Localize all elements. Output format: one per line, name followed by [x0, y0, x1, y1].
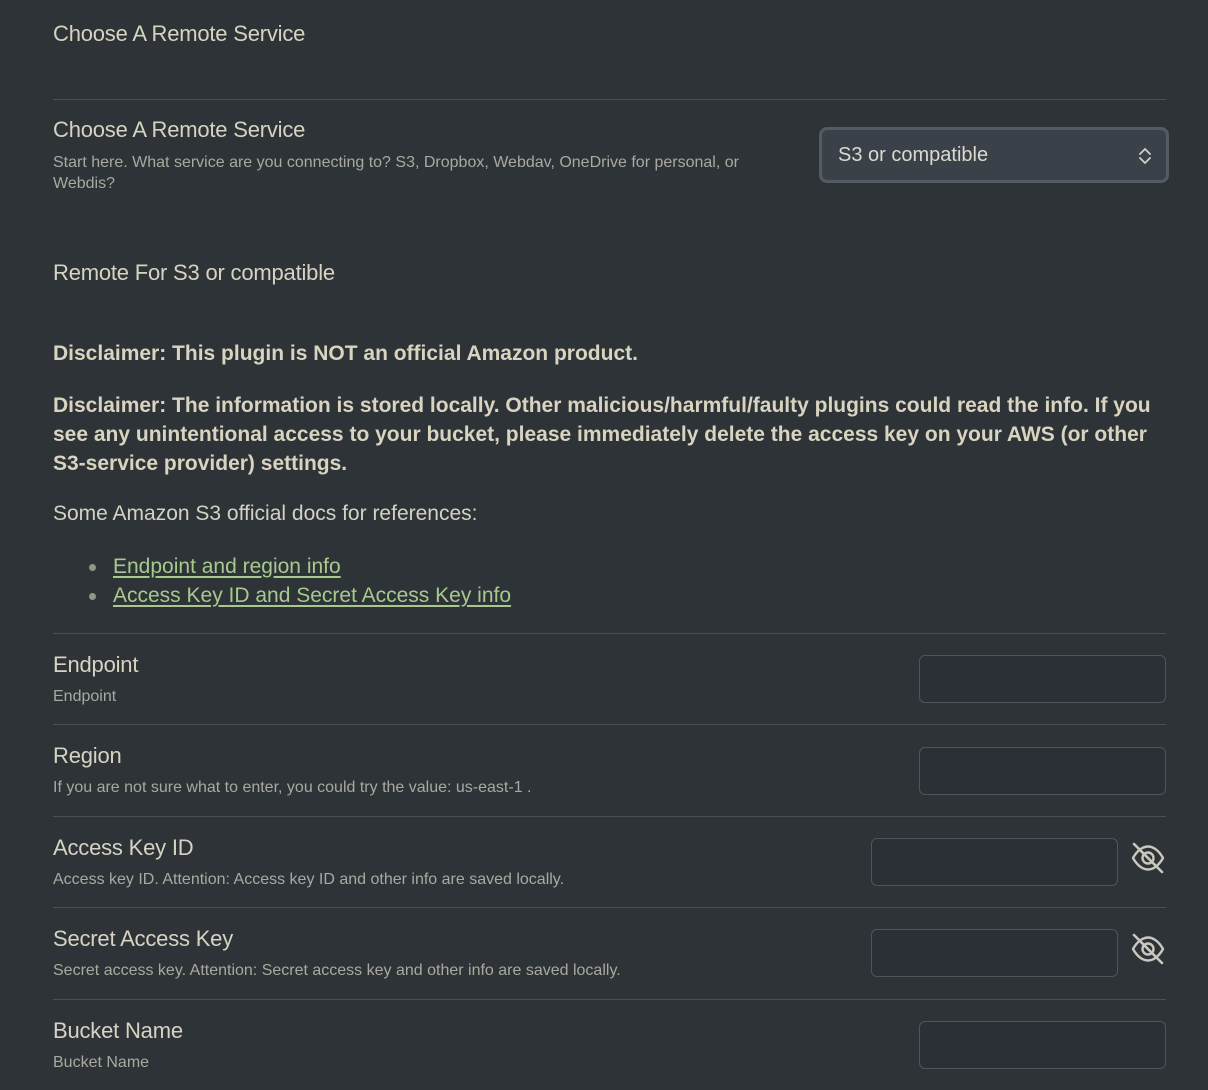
docs-intro: Some Amazon S3 official docs for referen… — [53, 502, 478, 525]
setting-description: Endpoint — [53, 688, 117, 705]
divider — [53, 724, 1166, 725]
divider — [53, 999, 1166, 1000]
setting-secret-access-key: Secret Access Key Secret access key. Att… — [53, 926, 1166, 998]
remote-title: Remote For S3 or compatible — [53, 260, 335, 285]
setting-bucket-name: Bucket Name Bucket Name — [53, 1018, 1166, 1090]
docs-links: Endpoint and region info Access Key ID a… — [89, 552, 511, 610]
setting-name: Choose A Remote Service — [53, 117, 306, 142]
endpoint-input[interactable] — [919, 655, 1166, 703]
setting-description: Start here. What service are you connect… — [53, 154, 739, 192]
setting-description: Bucket Name — [53, 1054, 150, 1071]
setting-name: Region — [53, 743, 122, 768]
divider — [53, 816, 1166, 817]
setting-remote-service: Choose A Remote Service Start here. What… — [53, 117, 1169, 207]
setting-region: Region If you are not sure what to enter… — [53, 743, 1166, 815]
access-key-info-link[interactable]: Access Key ID and Secret Access Key info — [113, 584, 511, 607]
setting-endpoint: Endpoint Endpoint — [53, 652, 1166, 724]
setting-name: Bucket Name — [53, 1018, 183, 1043]
access-key-id-input[interactable] — [871, 838, 1118, 886]
chevron-up-down-icon — [1139, 148, 1151, 164]
eye-off-icon[interactable] — [1130, 931, 1166, 967]
list-item: Endpoint and region info — [89, 552, 511, 581]
setting-description: If you are not sure what to enter, you c… — [53, 779, 532, 796]
bucket-name-input[interactable] — [919, 1021, 1166, 1069]
setting-description: Access key ID. Attention: Access key ID … — [53, 871, 565, 888]
endpoint-region-link[interactable]: Endpoint and region info — [113, 555, 341, 578]
divider — [53, 907, 1166, 908]
setting-name: Endpoint — [53, 652, 139, 677]
divider — [53, 99, 1166, 100]
setting-description: Secret access key. Attention: Secret acc… — [53, 962, 621, 979]
secret-access-key-input[interactable] — [871, 929, 1118, 977]
disclaimer-local-storage: Disclaimer: The information is stored lo… — [53, 394, 1151, 475]
section-title: Choose A Remote Service — [53, 21, 306, 46]
setting-name: Secret Access Key — [53, 926, 234, 951]
divider — [53, 633, 1166, 634]
disclaimer-official: Disclaimer: This plugin is NOT an offici… — [53, 342, 638, 365]
select-value: S3 or compatible — [838, 144, 989, 166]
remote-service-select[interactable]: S3 or compatible — [819, 127, 1169, 183]
list-item: Access Key ID and Secret Access Key info — [89, 581, 511, 610]
region-input[interactable] — [919, 747, 1166, 795]
setting-name: Access Key ID — [53, 835, 194, 860]
eye-off-icon[interactable] — [1130, 840, 1166, 876]
setting-access-key-id: Access Key ID Access key ID. Attention: … — [53, 835, 1166, 907]
